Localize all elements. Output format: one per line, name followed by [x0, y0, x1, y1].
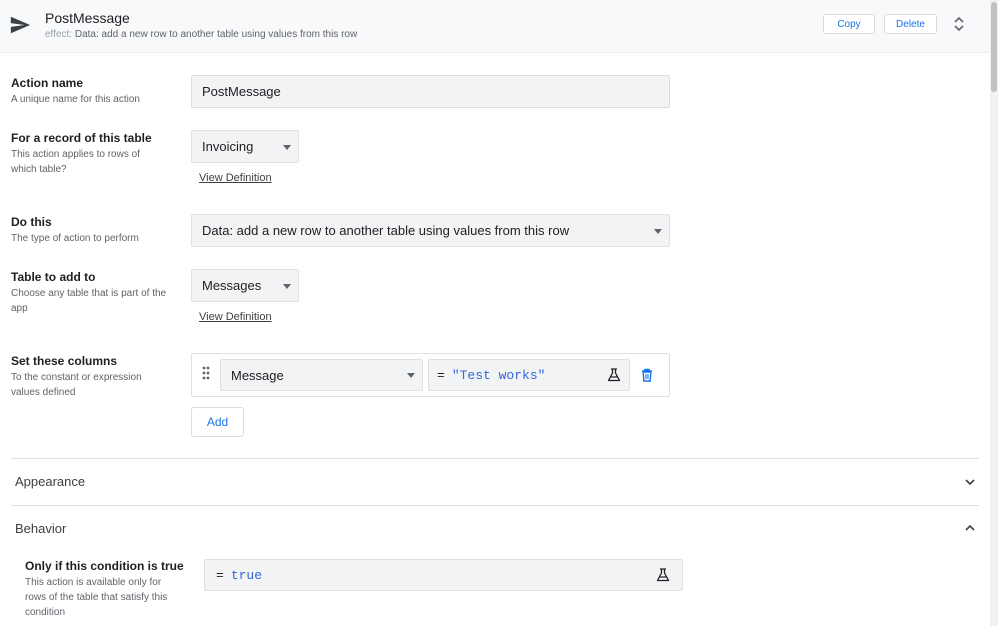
- condition-value: true: [230, 567, 263, 583]
- action-header: PostMessage effect: Data: add a new row …: [0, 0, 990, 53]
- action-name-label: Action name: [11, 76, 84, 90]
- action-title: PostMessage: [45, 10, 130, 26]
- column-mapping-row: Message = "Test works": [191, 353, 670, 397]
- expression-value: "Test works": [451, 367, 546, 383]
- unfold-icon[interactable]: [952, 15, 966, 33]
- dropdown-caret-icon: [654, 228, 662, 234]
- flask-icon[interactable]: [656, 568, 670, 582]
- dropdown-caret-icon: [283, 283, 291, 289]
- record-table-label: For a record of this table: [11, 131, 152, 145]
- condition-desc-3: condition: [25, 607, 66, 618]
- section-divider: [11, 505, 979, 506]
- scrollbar-thumb[interactable]: [991, 2, 997, 92]
- table-add-view-definition-link[interactable]: View Definition: [199, 311, 272, 323]
- condition-desc-1: This action is available only for: [25, 577, 162, 588]
- set-columns-desc-2: values defined: [11, 387, 76, 398]
- record-table-view-definition-link[interactable]: View Definition: [199, 172, 272, 184]
- chevron-up-icon[interactable]: [965, 524, 975, 532]
- action-type-select[interactable]: Data: add a new row to another table usi…: [191, 214, 670, 247]
- add-column-button[interactable]: Add: [191, 407, 244, 437]
- copy-button[interactable]: Copy: [823, 14, 875, 34]
- action-type-value: Data: add a new row to another table usi…: [202, 223, 570, 238]
- table-add-desc-1: Choose any table that is part of the: [11, 288, 167, 299]
- effect-value: Data: add a new row to another table usi…: [74, 29, 358, 40]
- trash-icon[interactable]: [641, 368, 653, 382]
- action-name-desc: A unique name for this action: [11, 94, 140, 105]
- dropdown-caret-icon: [283, 144, 291, 150]
- record-table-value: Invoicing: [202, 139, 254, 154]
- do-this-label: Do this: [11, 215, 52, 229]
- condition-equals: =: [216, 567, 224, 583]
- record-table-desc-2: which table?: [11, 164, 67, 175]
- page-scrollbar[interactable]: [990, 0, 998, 626]
- section-divider: [11, 458, 979, 459]
- dropdown-caret-icon: [407, 373, 415, 378]
- table-add-desc-2: app: [11, 303, 28, 314]
- action-name-input[interactable]: PostMessage: [191, 75, 670, 108]
- expression-equals: =: [437, 367, 445, 383]
- appearance-section-header[interactable]: Appearance: [15, 474, 85, 489]
- do-this-desc: The type of action to perform: [11, 233, 139, 244]
- condition-expression-field[interactable]: = true: [204, 559, 683, 591]
- record-table-select[interactable]: Invoicing: [191, 130, 299, 163]
- drag-handle-icon[interactable]: [202, 366, 210, 380]
- condition-label: Only if this condition is true: [25, 559, 184, 573]
- table-add-label: Table to add to: [11, 270, 96, 284]
- table-add-value: Messages: [202, 278, 262, 293]
- flask-icon[interactable]: [607, 368, 621, 382]
- column-select[interactable]: Message: [220, 359, 423, 391]
- paper-plane-icon: [10, 16, 31, 34]
- action-subtitle: effect: Data: add a new row to another t…: [45, 29, 357, 40]
- chevron-down-icon[interactable]: [965, 478, 975, 486]
- set-columns-label: Set these columns: [11, 354, 118, 368]
- condition-desc-2: rows of the table that satisfy this: [25, 592, 168, 603]
- set-columns-desc-1: To the constant or expression: [11, 372, 142, 383]
- column-expression-field[interactable]: = "Test works": [428, 359, 630, 391]
- delete-button[interactable]: Delete: [884, 14, 937, 34]
- behavior-section-header[interactable]: Behavior: [15, 521, 66, 536]
- effect-label: effect:: [45, 29, 73, 40]
- table-add-select[interactable]: Messages: [191, 269, 299, 302]
- record-table-desc-1: This action applies to rows of: [11, 149, 140, 160]
- column-select-value: Message: [231, 367, 284, 383]
